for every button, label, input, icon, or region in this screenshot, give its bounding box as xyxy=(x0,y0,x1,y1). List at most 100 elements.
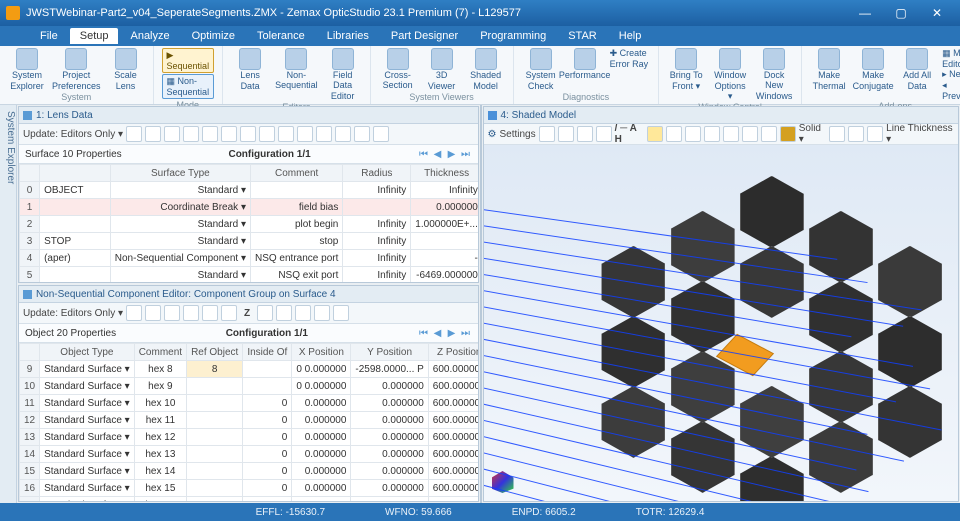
tool-icon[interactable] xyxy=(848,126,864,142)
solid-icon[interactable] xyxy=(780,126,796,142)
sequential-mode[interactable]: ▶ Sequential xyxy=(162,48,215,73)
menu-libraries[interactable]: Libraries xyxy=(317,28,379,44)
tool-icon[interactable] xyxy=(221,305,237,321)
object-properties[interactable]: Object 20 Properties xyxy=(25,328,116,339)
col-header[interactable] xyxy=(40,165,111,182)
tool-icon[interactable] xyxy=(316,126,332,142)
tool-icon[interactable] xyxy=(539,126,555,142)
tool-icon[interactable] xyxy=(333,305,349,321)
tool-icon[interactable] xyxy=(723,126,739,142)
table-row[interactable]: 2Standard ▾plot beginInfinity1.000000E+.… xyxy=(19,216,477,233)
menu-analyze[interactable]: Analyze xyxy=(120,28,179,44)
col-header[interactable]: Z Position xyxy=(428,344,477,361)
ribbon-system-check[interactable]: SystemCheck xyxy=(522,48,560,92)
system-explorer-tab[interactable]: System Explorer xyxy=(0,105,17,503)
mc-editor[interactable]: ▦ MC Editor xyxy=(942,48,960,69)
solid-mode[interactable]: Solid ▾ xyxy=(799,124,826,145)
col-header[interactable]: Surface Type xyxy=(110,165,250,182)
lens-table-scroll[interactable]: Surface TypeCommentRadiusThicknessMateri… xyxy=(19,164,478,282)
ribbon-dock-new-windows[interactable]: Dock NewWindows xyxy=(755,48,793,102)
tool-icon[interactable] xyxy=(202,126,218,142)
table-row[interactable]: 0OBJECTStandard ▾InfinityInfinityInfinit… xyxy=(19,182,477,199)
table-row[interactable]: 11Standard Surface ▾hex 1000.0000000.000… xyxy=(19,395,477,412)
col-header[interactable]: Radius xyxy=(343,165,411,182)
menu-tolerance[interactable]: Tolerance xyxy=(247,28,315,44)
surface-properties[interactable]: Surface 10 Properties xyxy=(25,149,122,160)
tool-icon[interactable] xyxy=(202,305,218,321)
table-row[interactable]: 3STOPStandard ▾stopInfinity3330.5505030.… xyxy=(19,233,477,250)
table-row[interactable]: 5Standard ▾NSQ exit portInfinity-6469.00… xyxy=(19,267,477,283)
tool-icon[interactable] xyxy=(126,126,142,142)
table-row[interactable]: 14Standard Surface ▾hex 1300.0000000.000… xyxy=(19,446,477,463)
ribbon-scale-lens[interactable]: ScaleLens xyxy=(107,48,145,92)
ribbon-project-preferences[interactable]: ProjectPreferences xyxy=(52,48,101,92)
ribbon-window-options-[interactable]: WindowOptions ▾ xyxy=(711,48,749,102)
col-header[interactable]: Y Position xyxy=(351,344,428,361)
update-mode[interactable]: Update: Editors Only ▾ xyxy=(23,308,123,319)
table-row[interactable]: 1Coordinate Break ▾field bias0.0000000.0… xyxy=(19,199,477,216)
tool-icon[interactable] xyxy=(183,305,199,321)
prev-btn[interactable]: ◂ Previous xyxy=(942,80,960,101)
col-header[interactable] xyxy=(19,344,39,361)
3d-viewport[interactable] xyxy=(484,145,959,501)
ribbon-performance-[interactable]: Performance xyxy=(566,48,604,82)
tool-icon[interactable] xyxy=(335,126,351,142)
table-row[interactable]: 10Standard Surface ▾hex 90 0.0000000.000… xyxy=(19,378,477,395)
nonsequential-mode[interactable]: ▦ Non-Sequential xyxy=(162,74,215,99)
nav-next-icon[interactable]: ▶ xyxy=(446,148,458,160)
tool-icon[interactable] xyxy=(276,305,292,321)
ribbon-lens-data[interactable]: LensData xyxy=(231,48,269,92)
highlight-icon[interactable] xyxy=(647,126,663,142)
table-row[interactable]: 17Standard Surface ▾hex 1600.0000000.000… xyxy=(19,497,477,501)
create-error-ray[interactable]: ✚ Create Error Ray xyxy=(610,48,651,69)
menu-part-designer[interactable]: Part Designer xyxy=(381,28,468,44)
col-header[interactable]: Inside Of xyxy=(243,344,292,361)
tool-icon[interactable] xyxy=(867,126,883,142)
tool-icon[interactable] xyxy=(164,305,180,321)
tool-icon[interactable] xyxy=(704,126,720,142)
ribbon-make-conjugate[interactable]: MakeConjugate xyxy=(854,48,892,92)
tool-icon[interactable] xyxy=(666,126,682,142)
ribbon-system-explorer[interactable]: SystemExplorer xyxy=(8,48,46,92)
tool-icon[interactable] xyxy=(373,126,389,142)
nav-last-icon[interactable]: ⏭ xyxy=(460,148,472,160)
close-button[interactable]: ✕ xyxy=(920,2,954,24)
tool-icon[interactable] xyxy=(829,126,845,142)
col-header[interactable]: Comment xyxy=(250,165,342,182)
menu-optimize[interactable]: Optimize xyxy=(182,28,245,44)
ribbon-make-thermal[interactable]: MakeThermal xyxy=(810,48,848,92)
nav-prev-icon[interactable]: ◀ xyxy=(431,327,443,339)
ribbon-bring-to-front-[interactable]: Bring ToFront ▾ xyxy=(667,48,705,92)
table-row[interactable]: 15Standard Surface ▾hex 1400.0000000.000… xyxy=(19,463,477,480)
tool-icon[interactable] xyxy=(259,126,275,142)
settings-btn[interactable]: Settings xyxy=(499,129,535,140)
table-row[interactable]: 12Standard Surface ▾hex 1100.0000000.000… xyxy=(19,412,477,429)
tool-icon[interactable] xyxy=(761,126,777,142)
maximize-button[interactable]: ▢ xyxy=(884,2,918,24)
nav-first-icon[interactable]: ⏮ xyxy=(417,327,429,339)
ribbon-non-sequential-[interactable]: Non-Sequential xyxy=(275,48,318,92)
col-header[interactable]: Object Type xyxy=(40,344,135,361)
next-btn[interactable]: ▸ Next xyxy=(942,69,960,80)
tool-icon[interactable] xyxy=(221,126,237,142)
tool-icon[interactable] xyxy=(577,126,593,142)
menu-star[interactable]: STAR xyxy=(558,28,607,44)
tool-icon[interactable] xyxy=(314,305,330,321)
nav-last-icon[interactable]: ⏭ xyxy=(459,327,471,339)
ribbon-add-all-data[interactable]: Add AllData xyxy=(898,48,936,92)
ribbon-shaded-model[interactable]: ShadedModel xyxy=(467,48,505,92)
tool-icon[interactable] xyxy=(257,305,273,321)
tool-icon[interactable] xyxy=(278,126,294,142)
menu-file[interactable]: File xyxy=(30,28,68,44)
tool-icon[interactable] xyxy=(295,305,311,321)
nsc-table-scroll[interactable]: Object TypeCommentRef ObjectInside OfX P… xyxy=(19,343,478,501)
menu-setup[interactable]: Setup xyxy=(70,28,119,44)
line-thickness[interactable]: Line Thickness ▾ xyxy=(886,124,954,145)
tool-icon[interactable] xyxy=(354,126,370,142)
col-header[interactable] xyxy=(19,165,39,182)
tool-icon[interactable] xyxy=(145,126,161,142)
tool-icon[interactable] xyxy=(685,126,701,142)
tool-icon[interactable] xyxy=(558,126,574,142)
tool-icon[interactable] xyxy=(240,126,256,142)
tool-icon[interactable] xyxy=(164,126,180,142)
